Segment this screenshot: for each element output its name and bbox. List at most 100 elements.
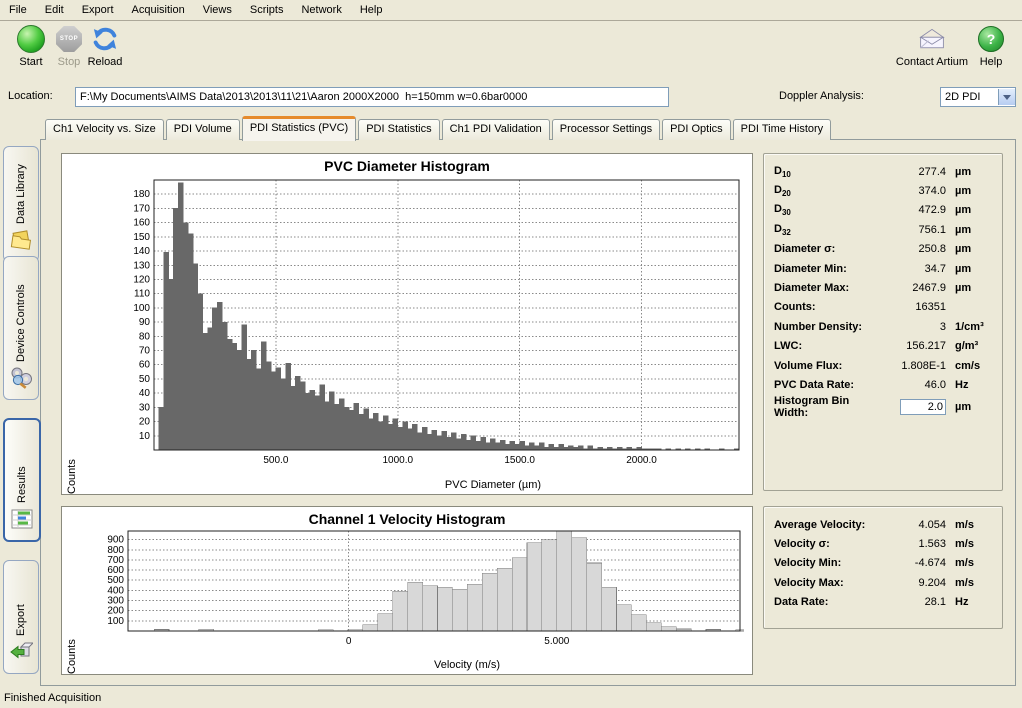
menu-item-network[interactable]: Network [292, 2, 350, 18]
svg-text:1000.0: 1000.0 [382, 455, 413, 466]
tab-pdi-volume[interactable]: PDI Volume [166, 119, 240, 140]
stat-label: D20 [774, 184, 882, 198]
reload-icon [91, 25, 119, 53]
help-button-label: Help [968, 56, 1014, 68]
pvc-stat-row: D32756.1µm [774, 220, 992, 239]
sidebar-item-results[interactable]: Results [3, 418, 41, 542]
envelope-icon [918, 25, 946, 53]
stat-unit: m/s [946, 538, 992, 550]
svg-text:20: 20 [139, 417, 151, 428]
stat-value: 34.7 [882, 263, 946, 275]
pvc-stat-row: Counts:16351 [774, 298, 992, 317]
pvc-statistics-panel: D10277.4µmD20374.0µmD30472.9µmD32756.1µm… [763, 153, 1003, 491]
tab-pdi-time-history[interactable]: PDI Time History [733, 119, 832, 140]
pvc-stat-row: LWC:156.217g/m³ [774, 337, 992, 356]
menu-item-edit[interactable]: Edit [36, 2, 73, 18]
help-button[interactable]: ? Help [968, 25, 1014, 68]
stat-unit: µm [946, 224, 992, 236]
menu-item-file[interactable]: File [0, 2, 36, 18]
stat-unit: µm [946, 185, 992, 197]
svg-text:300: 300 [107, 596, 124, 607]
svg-text:400: 400 [107, 585, 124, 596]
pvc-stat-row: Histogram Bin Width:µm [774, 395, 992, 414]
folders-icon [9, 228, 33, 255]
sidebar-item-export[interactable]: Export [3, 560, 39, 674]
status-bar: Finished Acquisition [0, 687, 1022, 708]
bar-chart-icon [10, 507, 34, 534]
start-icon [17, 25, 45, 53]
svg-text:50: 50 [139, 374, 151, 385]
combo-dropdown-button[interactable] [998, 89, 1015, 105]
tab-content-pdi-statistics-pvc: PVC Diameter Histogram Counts 1020304050… [40, 139, 1016, 686]
pvc-stat-row: Number Density:31/cm³ [774, 317, 992, 336]
menu-item-acquisition[interactable]: Acquisition [123, 2, 194, 18]
svg-text:30: 30 [139, 402, 151, 413]
menu-item-views[interactable]: Views [194, 2, 241, 18]
svg-text:90: 90 [139, 317, 151, 328]
stat-label: PVC Data Rate: [774, 379, 882, 391]
velocity-stat-row: Average Velocity:4.054m/s [774, 515, 992, 534]
svg-text:130: 130 [133, 260, 150, 271]
stat-label: Velocity Min: [774, 557, 882, 569]
stat-unit: µm [946, 204, 992, 216]
export-arrow-icon [9, 640, 33, 667]
stat-unit: µm [946, 282, 992, 294]
contact-artium-label: Contact Artium [888, 56, 976, 68]
chart-title: Channel 1 Velocity Histogram [62, 511, 752, 527]
tab-pdi-statistics[interactable]: PDI Statistics [358, 119, 439, 140]
tab-ch1-velocity-vs-size[interactable]: Ch1 Velocity vs. Size [45, 119, 164, 140]
tab-processor-settings[interactable]: Processor Settings [552, 119, 660, 140]
menu-item-scripts[interactable]: Scripts [241, 2, 293, 18]
svg-text:70: 70 [139, 346, 151, 357]
reload-button-label: Reload [78, 56, 132, 68]
menu-item-help[interactable]: Help [351, 2, 392, 18]
doppler-analysis-select[interactable]: 2D PDI [940, 87, 1016, 107]
sidebar-item-device-controls[interactable]: Device Controls [3, 256, 39, 400]
stat-value: 16351 [882, 301, 946, 313]
doppler-analysis-value: 2D PDI [941, 91, 998, 103]
svg-text:800: 800 [107, 545, 124, 556]
velocity-stat-row: Velocity σ:1.563m/s [774, 534, 992, 553]
stat-label: Diameter σ: [774, 243, 882, 255]
velocity-stat-row: Velocity Max:9.204m/s [774, 573, 992, 592]
status-text: Finished Acquisition [4, 692, 101, 704]
tab-ch1-pdi-validation[interactable]: Ch1 PDI Validation [442, 119, 550, 140]
menu-item-export[interactable]: Export [73, 2, 123, 18]
svg-text:10: 10 [139, 431, 151, 442]
sidebar-item-data-library[interactable]: Data Library [3, 146, 39, 262]
stat-label: D30 [774, 203, 882, 217]
stat-value: 46.0 [882, 379, 946, 391]
svg-text:2000.0: 2000.0 [626, 455, 657, 466]
stat-label: Number Density: [774, 321, 882, 333]
stat-value: 1.808E-1 [882, 360, 946, 372]
svg-text:80: 80 [139, 331, 151, 342]
stat-value [882, 399, 946, 415]
svg-text:170: 170 [133, 203, 150, 214]
chart-title: PVC Diameter Histogram [62, 158, 752, 174]
stat-label: Velocity σ: [774, 538, 882, 550]
location-input[interactable] [75, 87, 669, 107]
svg-text:500.0: 500.0 [263, 455, 288, 466]
sidebar-item-label: Export [15, 567, 27, 636]
stat-value: 374.0 [882, 185, 946, 197]
sidebar-item-label: Data Library [15, 153, 27, 224]
stat-unit: cm/s [946, 360, 992, 372]
stat-value: 3 [882, 321, 946, 333]
stat-label: Velocity Max: [774, 577, 882, 589]
stat-value: -4.674 [882, 557, 946, 569]
x-axis-label: PVC Diameter (µm) [62, 479, 838, 491]
sidebar-item-label: Results [16, 426, 28, 503]
stat-unit: Hz [946, 596, 992, 608]
tab-pdi-optics[interactable]: PDI Optics [662, 119, 731, 140]
reload-button[interactable]: Reload [78, 25, 132, 68]
histogram-bin-width-input[interactable] [900, 399, 946, 415]
stat-label: Diameter Max: [774, 282, 882, 294]
gears-icon [9, 366, 33, 393]
stat-value: 472.9 [882, 204, 946, 216]
contact-artium-button[interactable]: Contact Artium [888, 25, 976, 68]
tab-bar: Ch1 Velocity vs. SizePDI VolumePDI Stati… [45, 117, 831, 140]
stat-unit: m/s [946, 519, 992, 531]
svg-text:140: 140 [133, 246, 150, 257]
tab-pdi-statistics-pvc[interactable]: PDI Statistics (PVC) [242, 116, 356, 141]
toolbar: Start STOP Stop Reload [0, 21, 1022, 83]
